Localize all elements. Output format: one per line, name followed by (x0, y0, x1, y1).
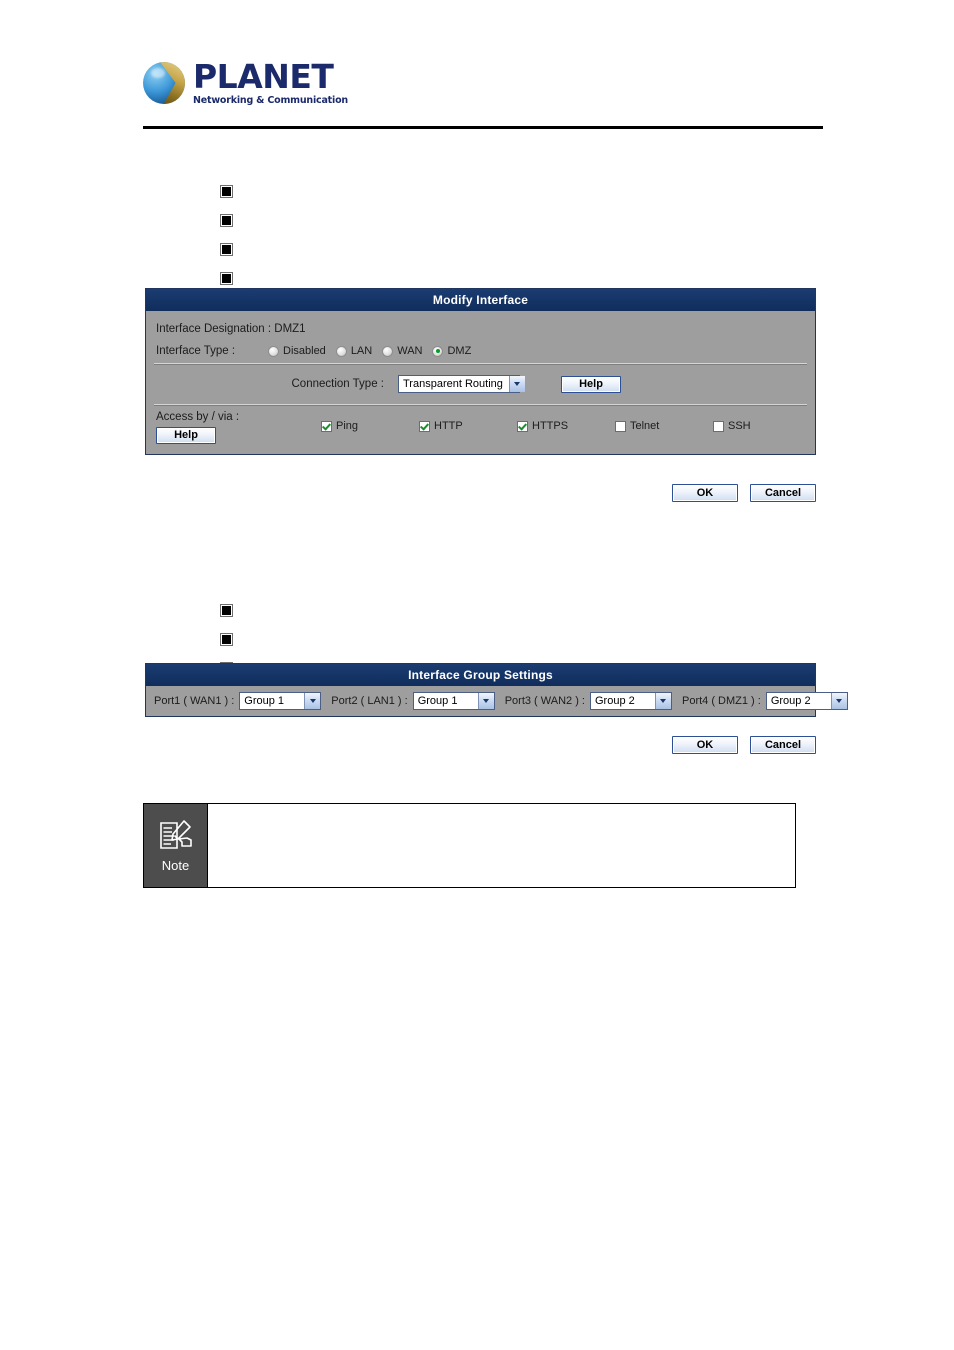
radio-icon[interactable] (268, 345, 279, 357)
checkbox-http[interactable]: HTTP (419, 420, 517, 432)
dialog-body: Interface Designation : DMZ1 Interface T… (146, 311, 815, 454)
square-bullet-icon (220, 272, 233, 285)
radio-icon[interactable] (432, 345, 444, 357)
square-bullet-icon (220, 633, 233, 646)
radio-interface-type-dmz[interactable]: DMZ (432, 345, 471, 357)
group-settings-button-bar: OK Cancel (145, 736, 816, 754)
port1-group-field: Port1 ( WAN1 ) : Group 1 (154, 692, 322, 710)
modify-interface-button-bar: OK Cancel (145, 484, 816, 502)
port1-group-select[interactable]: Group 1 (239, 692, 322, 710)
checkbox-label: Ping (336, 420, 359, 432)
cancel-button[interactable]: Cancel (750, 736, 816, 754)
port3-group-value: Group 2 (594, 695, 635, 707)
modify-interface-dialog: Modify Interface Interface Designation :… (145, 288, 816, 455)
note-pencil-hand-icon (159, 820, 192, 849)
port2-group-select[interactable]: Group 1 (412, 692, 495, 710)
interface-type-label: Interface Type : (156, 345, 236, 357)
checkbox-icon[interactable] (517, 420, 528, 432)
chevron-down-icon[interactable] (830, 693, 847, 709)
chevron-down-icon[interactable] (304, 693, 321, 709)
port3-label: Port3 ( WAN2 ) : (504, 695, 585, 707)
list-item (220, 206, 241, 235)
port1-group-value: Group 1 (244, 695, 285, 707)
port2-group-field: Port2 ( LAN1 ) : Group 1 (331, 692, 495, 710)
interface-designation-row: Interface Designation : DMZ1 (156, 319, 805, 337)
port4-group-value: Group 2 (770, 695, 811, 707)
radio-icon[interactable] (382, 345, 394, 357)
list-item (220, 625, 241, 654)
interface-type-row: Interface Type : Disabled LAN WAN DMZ (156, 345, 805, 357)
radio-interface-type-disabled[interactable]: Disabled (268, 345, 326, 357)
access-left: Access by / via : Help (156, 411, 321, 444)
planet-globe-logo-icon (143, 62, 185, 104)
radio-label: LAN (350, 345, 373, 357)
port4-group-field: Port4 ( DMZ1 ) : Group 2 (682, 692, 848, 710)
square-bullet-icon (220, 214, 233, 227)
dialog-title: Modify Interface (146, 289, 815, 311)
square-bullet-icon (220, 185, 233, 198)
note-badge: Note (144, 804, 208, 887)
interface-type-radio-group[interactable]: Disabled LAN WAN DMZ (268, 345, 471, 357)
checkbox-label: HTTP (434, 420, 463, 432)
checkbox-ping[interactable]: Ping (321, 420, 419, 432)
interface-basic-section: Interface Designation : DMZ1 Interface T… (146, 311, 815, 363)
checkbox-ssh[interactable]: SSH (713, 420, 811, 432)
page-header: PLANET Networking & Communication (143, 55, 823, 135)
planet-logo: PLANET Networking & Communication (143, 55, 823, 111)
checkbox-icon[interactable] (419, 420, 430, 432)
checkbox-label: HTTPS (532, 420, 569, 432)
radio-icon[interactable] (335, 345, 347, 357)
checkbox-icon[interactable] (713, 420, 724, 432)
interface-group-settings-dialog: Interface Group Settings Port1 ( WAN1 ) … (145, 663, 848, 717)
chevron-down-icon[interactable] (654, 693, 671, 709)
port4-label: Port4 ( DMZ1 ) : (681, 695, 761, 707)
square-bullet-icon (220, 243, 233, 256)
radio-label: Disabled (283, 345, 326, 357)
access-help-button[interactable]: Help (156, 426, 216, 444)
list-item (220, 596, 241, 625)
list-item (220, 235, 241, 264)
note-box: Note (143, 803, 796, 888)
port1-label: Port1 ( WAN1 ) : (154, 695, 235, 707)
connection-type-select[interactable]: Transparent Routing (398, 375, 525, 393)
interface-designation-label: Interface Designation : DMZ1 (156, 323, 306, 335)
connection-type-value: Transparent Routing (403, 378, 503, 390)
square-bullet-icon (220, 604, 233, 617)
list-item (220, 177, 241, 206)
dialog-title: Interface Group Settings (146, 664, 815, 686)
radio-label: DMZ (447, 345, 472, 357)
brand-tagline: Networking & Communication (193, 95, 348, 107)
port2-group-value: Group 1 (417, 695, 458, 707)
logo-text: PLANET Networking & Communication (193, 60, 348, 106)
connection-type-label: Connection Type : (291, 378, 385, 390)
ok-button[interactable]: OK (672, 736, 738, 754)
checkbox-label: Telnet (630, 420, 660, 432)
note-body-text (208, 804, 795, 887)
port3-group-field: Port3 ( WAN2 ) : Group 2 (505, 692, 672, 710)
connection-type-row: Connection Type : Transparent Routing He… (146, 364, 815, 404)
header-divider (143, 126, 823, 129)
note-badge-label: Note (161, 858, 190, 873)
connection-type-help-button[interactable]: Help (561, 375, 621, 393)
port3-group-select[interactable]: Group 2 (589, 692, 672, 710)
checkbox-telnet[interactable]: Telnet (615, 420, 713, 432)
brand-name: PLANET (193, 57, 334, 97)
checkbox-icon[interactable] (321, 420, 332, 432)
dialog-body: Port1 ( WAN1 ) : Group 1 Port2 ( LAN1 ) … (146, 686, 848, 716)
cancel-button[interactable]: Cancel (750, 484, 816, 502)
access-checkbox-group: Ping HTTP HTTPS Telnet SSH (321, 411, 811, 432)
checkbox-https[interactable]: HTTPS (517, 420, 615, 432)
radio-label: WAN (397, 345, 423, 357)
port4-group-select[interactable]: Group 2 (765, 692, 848, 710)
access-row: Access by / via : Help Ping HTTP HTTPS T… (146, 405, 815, 454)
checkbox-icon[interactable] (615, 420, 626, 432)
port2-label: Port2 ( LAN1 ) : (331, 695, 408, 707)
chevron-down-icon[interactable] (508, 376, 525, 392)
radio-interface-type-lan[interactable]: LAN (335, 345, 373, 357)
access-label: Access by / via : (156, 411, 240, 423)
radio-interface-type-wan[interactable]: WAN (382, 345, 422, 357)
chevron-down-icon[interactable] (477, 693, 494, 709)
checkbox-label: SSH (728, 420, 751, 432)
ok-button[interactable]: OK (672, 484, 738, 502)
